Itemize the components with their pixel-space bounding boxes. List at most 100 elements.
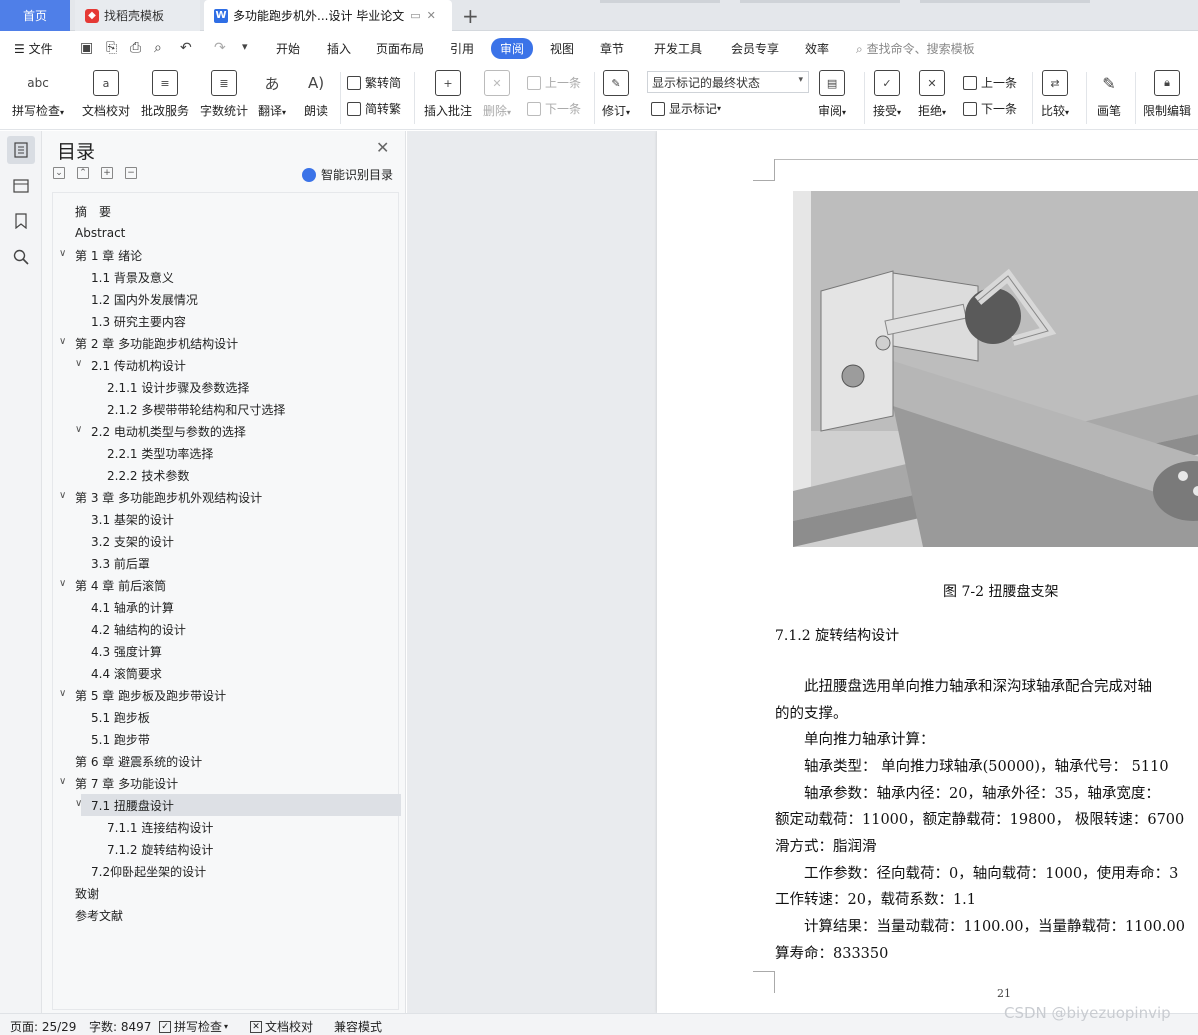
redo-icon[interactable]: ↷ xyxy=(214,40,226,56)
insert-comment-button[interactable]: + 插入批注 xyxy=(424,70,472,119)
spell-check-button[interactable]: abc 拼写检查▾ xyxy=(12,70,64,119)
to-traditional-button[interactable]: 繁转简 xyxy=(347,74,401,91)
chevron-down-icon[interactable]: ∨ xyxy=(59,688,66,699)
review-pane-button[interactable]: ▤ 审阅▾ xyxy=(818,70,846,119)
toc-item[interactable]: ∨ 第 1 章 绪论 xyxy=(59,245,142,265)
tab-home[interactable]: 首页 xyxy=(0,0,70,31)
menu-member[interactable]: 会员专享 xyxy=(731,40,779,57)
toc-item[interactable]: 参考文献 xyxy=(75,905,123,925)
toc-item[interactable]: ∨ 第 2 章 多功能跑步机结构设计 xyxy=(59,333,238,353)
toc-item[interactable]: 1.2 国内外发展情况 xyxy=(91,289,198,309)
chevron-down-icon[interactable]: ∨ xyxy=(75,424,82,435)
toc-item[interactable]: 2.2.1 类型功率选择 xyxy=(107,443,213,463)
chevron-down-icon[interactable]: ∨ xyxy=(59,248,66,259)
next-comment-button[interactable]: 下一条 xyxy=(527,100,581,117)
toc-item[interactable]: 5.1 跑步板 xyxy=(91,707,150,727)
prev-comment-button[interactable]: 上一条 xyxy=(527,74,581,91)
toc-item[interactable]: 4.3 强度计算 xyxy=(91,641,162,661)
track-changes-button[interactable]: ✎ 修订▾ xyxy=(602,70,630,119)
menu-home[interactable]: 开始 xyxy=(276,40,300,57)
chevron-down-icon[interactable]: ∨ xyxy=(75,358,82,369)
add-heading-icon[interactable]: + xyxy=(101,167,113,179)
chevron-down-icon[interactable]: ∨ xyxy=(59,336,66,347)
toc-item[interactable]: 3.1 基架的设计 xyxy=(91,509,174,529)
accept-button[interactable]: ✓ 接受▾ xyxy=(873,70,901,119)
command-search[interactable]: ⌕ 查找命令、搜索模板 xyxy=(856,40,975,57)
toc-item[interactable]: ∨ 7.1 扭腰盘设计 xyxy=(75,795,174,815)
close-icon[interactable]: ✕ xyxy=(376,138,389,157)
toc-item[interactable]: 2.1.1 设计步骤及参数选择 xyxy=(107,377,249,397)
delete-comment-button[interactable]: ✕ 删除▾ xyxy=(483,70,511,119)
show-markup-button[interactable]: 显示标记 ▾ xyxy=(651,100,721,117)
menu-chapter[interactable]: 章节 xyxy=(600,40,624,57)
find-button[interactable] xyxy=(7,243,35,271)
toc-item[interactable]: 7.1.1 连接结构设计 xyxy=(107,817,213,837)
customize-icon[interactable]: ▾ xyxy=(242,40,248,53)
next-change-button[interactable]: 下一条 xyxy=(963,100,1017,117)
toc-item[interactable]: 4.1 轴承的计算 xyxy=(91,597,174,617)
chapter-nav-button[interactable] xyxy=(7,171,35,199)
export-pdf-icon[interactable]: ⎘ xyxy=(106,40,117,56)
toc-item[interactable]: ∨ 第 5 章 跑步板及跑步带设计 xyxy=(59,685,226,705)
translate-button[interactable]: あ 翻译▾ xyxy=(258,70,286,119)
toc-item[interactable]: 第 6 章 避震系统的设计 xyxy=(75,751,202,771)
add-tab-button[interactable]: + xyxy=(462,4,479,28)
word-count-indicator[interactable]: 字数: 8497 xyxy=(89,1018,151,1035)
toc-item[interactable]: 2.2.2 技术参数 xyxy=(107,465,189,485)
smart-toc-button[interactable]: 智能识别目录 xyxy=(302,166,393,183)
toc-item[interactable]: 7.1.2 旋转结构设计 xyxy=(107,839,213,859)
document-page[interactable]: 图 7-2 扭腰盘支架 7.1.2 旋转结构设计 此扭腰盘选用单向推力轴承和深沟… xyxy=(657,131,1198,1013)
file-menu[interactable]: ☰ 文件 xyxy=(14,40,53,57)
toc-item[interactable]: 4.4 滚筒要求 xyxy=(91,663,162,683)
menu-review[interactable]: 审阅 xyxy=(491,38,534,59)
compare-button[interactable]: ⇄ 比较▾ xyxy=(1041,70,1069,119)
menu-insert[interactable]: 插入 xyxy=(327,40,351,57)
tab-template[interactable]: ◆ 找稻壳模板 xyxy=(75,0,200,31)
revise-service-button[interactable]: ≡ 批改服务 xyxy=(141,70,189,119)
toc-item[interactable]: ∨ 第 7 章 多功能设计 xyxy=(59,773,178,793)
toc-item[interactable]: ∨ 2.2 电动机类型与参数的选择 xyxy=(75,421,246,441)
tab-document[interactable]: W 多功能跑步机外...设计 毕业论文 ▭ ✕ xyxy=(204,0,452,31)
expand-all-icon[interactable]: ⌃ xyxy=(77,167,89,179)
menu-efficiency[interactable]: 效率 xyxy=(805,40,829,57)
toc-item[interactable]: 7.2仰卧起坐架的设计 xyxy=(91,861,206,881)
undo-icon[interactable]: ↶ xyxy=(180,40,192,56)
remove-heading-icon[interactable]: − xyxy=(125,167,137,179)
bookmark-button[interactable] xyxy=(7,207,35,235)
toc-item[interactable]: Abstract xyxy=(75,223,125,243)
pen-button[interactable]: ✎ 画笔 xyxy=(1096,70,1122,119)
toc-item[interactable]: 5.1 跑步带 xyxy=(91,729,150,749)
toc-item[interactable]: 摘 要 xyxy=(75,201,111,221)
toc-item[interactable]: ∨ 2.1 传动机构设计 xyxy=(75,355,186,375)
restrict-edit-button[interactable]: 🔒︎ 限制编辑 xyxy=(1143,70,1191,119)
collapse-all-icon[interactable]: ⌄ xyxy=(53,167,65,179)
toc-item[interactable]: 3.2 支架的设计 xyxy=(91,531,174,551)
toc-item[interactable]: ∨ 第 3 章 多功能跑步机外观结构设计 xyxy=(59,487,262,507)
menu-view[interactable]: 视图 xyxy=(550,40,574,57)
proofread-toggle[interactable]: ✕ 文档校对 xyxy=(250,1018,313,1035)
close-tab-icon[interactable]: ✕ xyxy=(427,9,436,22)
menu-devtools[interactable]: 开发工具 xyxy=(654,40,702,57)
toc-item[interactable]: 3.3 前后罩 xyxy=(91,553,150,573)
word-count-button[interactable]: ≣ 字数统计 xyxy=(200,70,248,119)
print-icon[interactable]: ⎙ xyxy=(130,40,141,56)
toc-item[interactable]: 1.3 研究主要内容 xyxy=(91,311,186,331)
prev-change-button[interactable]: 上一条 xyxy=(963,74,1017,91)
spell-check-toggle[interactable]: ✓ 拼写检查 ▾ xyxy=(159,1018,228,1035)
monitor-icon[interactable]: ▭ xyxy=(410,9,420,22)
menu-layout[interactable]: 页面布局 xyxy=(376,40,424,57)
chevron-down-icon[interactable]: ∨ xyxy=(59,578,66,589)
print-preview-icon[interactable]: ⌕ xyxy=(154,40,162,56)
doc-check-button[interactable]: a 文档校对 xyxy=(82,70,130,119)
markup-state-select[interactable]: 显示标记的最终状态 ▾ xyxy=(647,71,809,93)
toc-item[interactable]: 致谢 xyxy=(75,883,99,903)
to-simplified-button[interactable]: 简转繁 xyxy=(347,100,401,117)
menu-references[interactable]: 引用 xyxy=(450,40,474,57)
reject-button[interactable]: ✕ 拒绝▾ xyxy=(918,70,946,119)
toc-item[interactable]: 2.1.2 多楔带带轮结构和尺寸选择 xyxy=(107,399,285,419)
chevron-down-icon[interactable]: ∨ xyxy=(59,776,66,787)
chevron-down-icon[interactable]: ∨ xyxy=(59,490,66,501)
page-indicator[interactable]: 页面: 25/29 xyxy=(10,1018,76,1035)
read-aloud-button[interactable]: A) 朗读 xyxy=(303,70,329,119)
chevron-down-icon[interactable]: ∨ xyxy=(75,798,82,809)
